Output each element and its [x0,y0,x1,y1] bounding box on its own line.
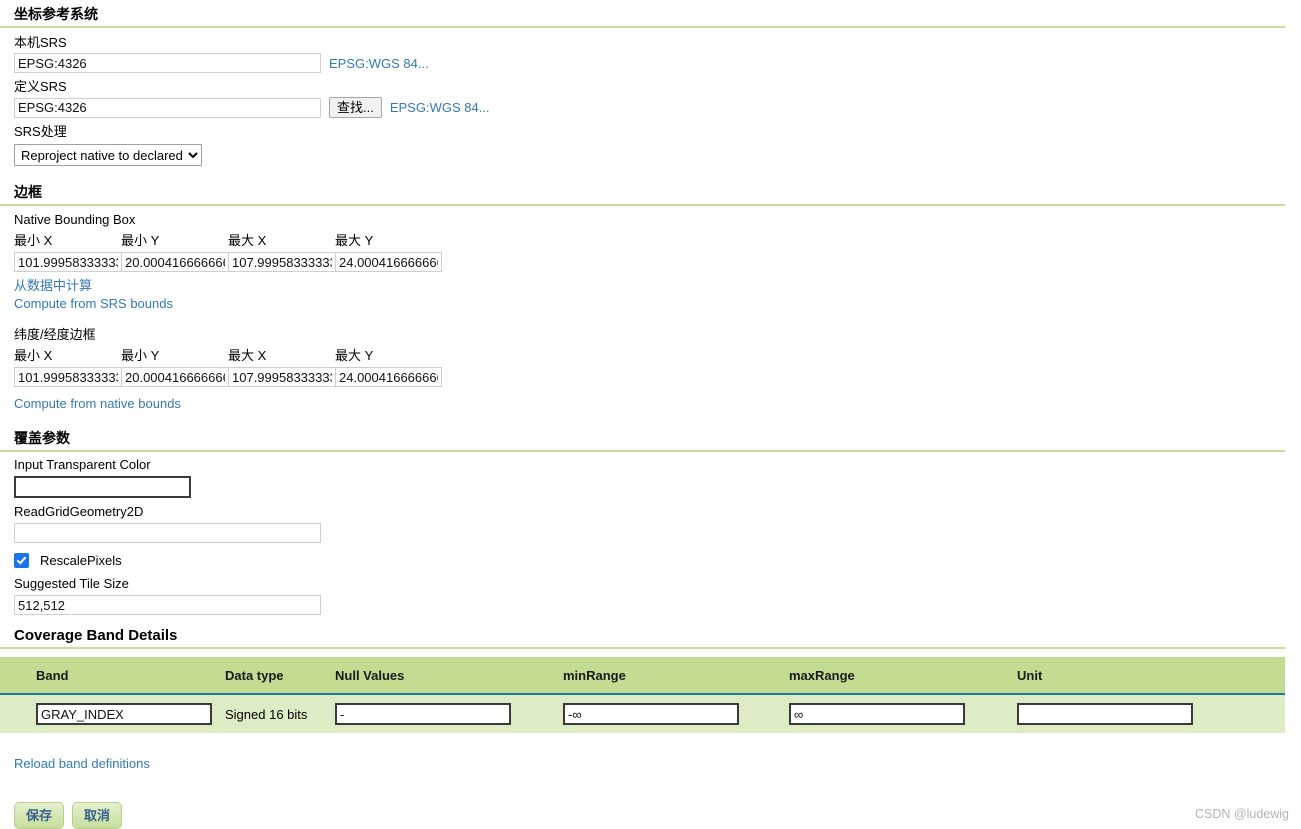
latlon-bbox-miny-input[interactable] [121,367,228,387]
srs-handling-label: SRS处理 [14,124,67,139]
input-transparent-color-input[interactable] [14,476,191,498]
native-bbox-maxx-input[interactable] [228,252,335,272]
declared-srs-link[interactable]: EPSG:WGS 84... [390,100,490,115]
bbox-col-label-maxx: 最大 X [228,233,267,248]
read-grid-geometry-input[interactable] [14,523,321,543]
cancel-button[interactable]: 取消 [72,802,123,829]
latlon-bbox-maxy-input[interactable] [335,367,442,387]
native-srs-label: 本机SRS [14,35,67,50]
table-header-row: Band Data type Null Values minRange maxR… [0,657,1285,695]
compute-from-data-link[interactable]: 从数据中计算 [14,278,92,293]
bbox-col-label-miny: 最小 Y [121,233,160,248]
column-header-band: Band [0,657,225,695]
input-transparent-color-label: Input Transparent Color [14,457,151,472]
crs-section-heading: 坐标参考系统 [0,6,1285,28]
native-bbox-minx-input[interactable] [14,252,121,272]
column-header-unit: Unit [1017,657,1285,695]
srs-handling-select[interactable]: Reproject native to declared [14,144,202,166]
coverage-band-table: Band Data type Null Values minRange maxR… [0,657,1285,733]
suggested-tile-size-input[interactable] [14,595,321,615]
column-header-data-type: Data type [225,657,335,695]
native-bbox-label: Native Bounding Box [14,212,136,227]
table-row: Signed 16 bits [0,694,1285,733]
null-values-input[interactable] [335,703,511,725]
reload-band-definitions-link[interactable]: Reload band definitions [14,756,150,771]
cell-unit [1017,694,1285,733]
native-srs-link[interactable]: EPSG:WGS 84... [329,56,429,71]
suggested-tile-size-label: Suggested Tile Size [14,576,129,591]
column-header-min-range: minRange [563,657,789,695]
compute-from-srs-bounds-link[interactable]: Compute from SRS bounds [14,296,173,311]
read-grid-geometry-label: ReadGridGeometry2D [14,504,144,519]
max-range-input[interactable] [789,703,965,725]
native-bbox-maxy-input[interactable] [335,252,442,272]
coverage-editor-page: 坐标参考系统 本机SRS EPSG:WGS 84... 定义SRS 查找... … [0,0,1301,829]
cell-min-range [563,694,789,733]
column-header-max-range: maxRange [789,657,1017,695]
latlon-bbox-maxx-input[interactable] [228,367,335,387]
min-range-input[interactable] [563,703,739,725]
watermark-text: CSDN @ludewig [1195,807,1289,821]
latlon-col-label-minx: 最小 X [14,348,53,363]
column-header-null-values: Null Values [335,657,563,695]
rescale-pixels-label: RescalePixels [40,552,122,568]
band-name-input[interactable] [36,703,212,725]
latlon-bbox-minx-input[interactable] [14,367,121,387]
compute-from-native-bounds-link[interactable]: Compute from native bounds [14,396,181,411]
save-button[interactable]: 保存 [14,802,65,829]
band-section-heading: Coverage Band Details [0,627,1285,649]
bbox-col-label-maxy: 最大 Y [335,233,374,248]
latlon-bbox-label: 纬度/经度边框 [14,327,96,342]
bbox-col-label-minx: 最小 X [14,233,53,248]
native-bbox-miny-input[interactable] [121,252,228,272]
latlon-col-label-maxx: 最大 X [228,348,267,363]
bbox-section-heading: 边框 [0,184,1285,206]
native-srs-input[interactable] [14,53,321,73]
coverage-section-heading: 覆盖参数 [0,430,1285,452]
find-srs-button[interactable]: 查找... [329,97,382,118]
latlon-col-label-miny: 最小 Y [121,348,160,363]
unit-input[interactable] [1017,703,1193,725]
cell-max-range [789,694,1017,733]
cell-band [0,694,225,733]
rescale-pixels-checkbox[interactable] [14,552,29,568]
cell-data-type: Signed 16 bits [225,694,335,733]
declared-srs-label: 定义SRS [14,79,67,94]
cell-null-values [335,694,563,733]
latlon-col-label-maxy: 最大 Y [335,348,374,363]
declared-srs-input[interactable] [14,97,321,118]
